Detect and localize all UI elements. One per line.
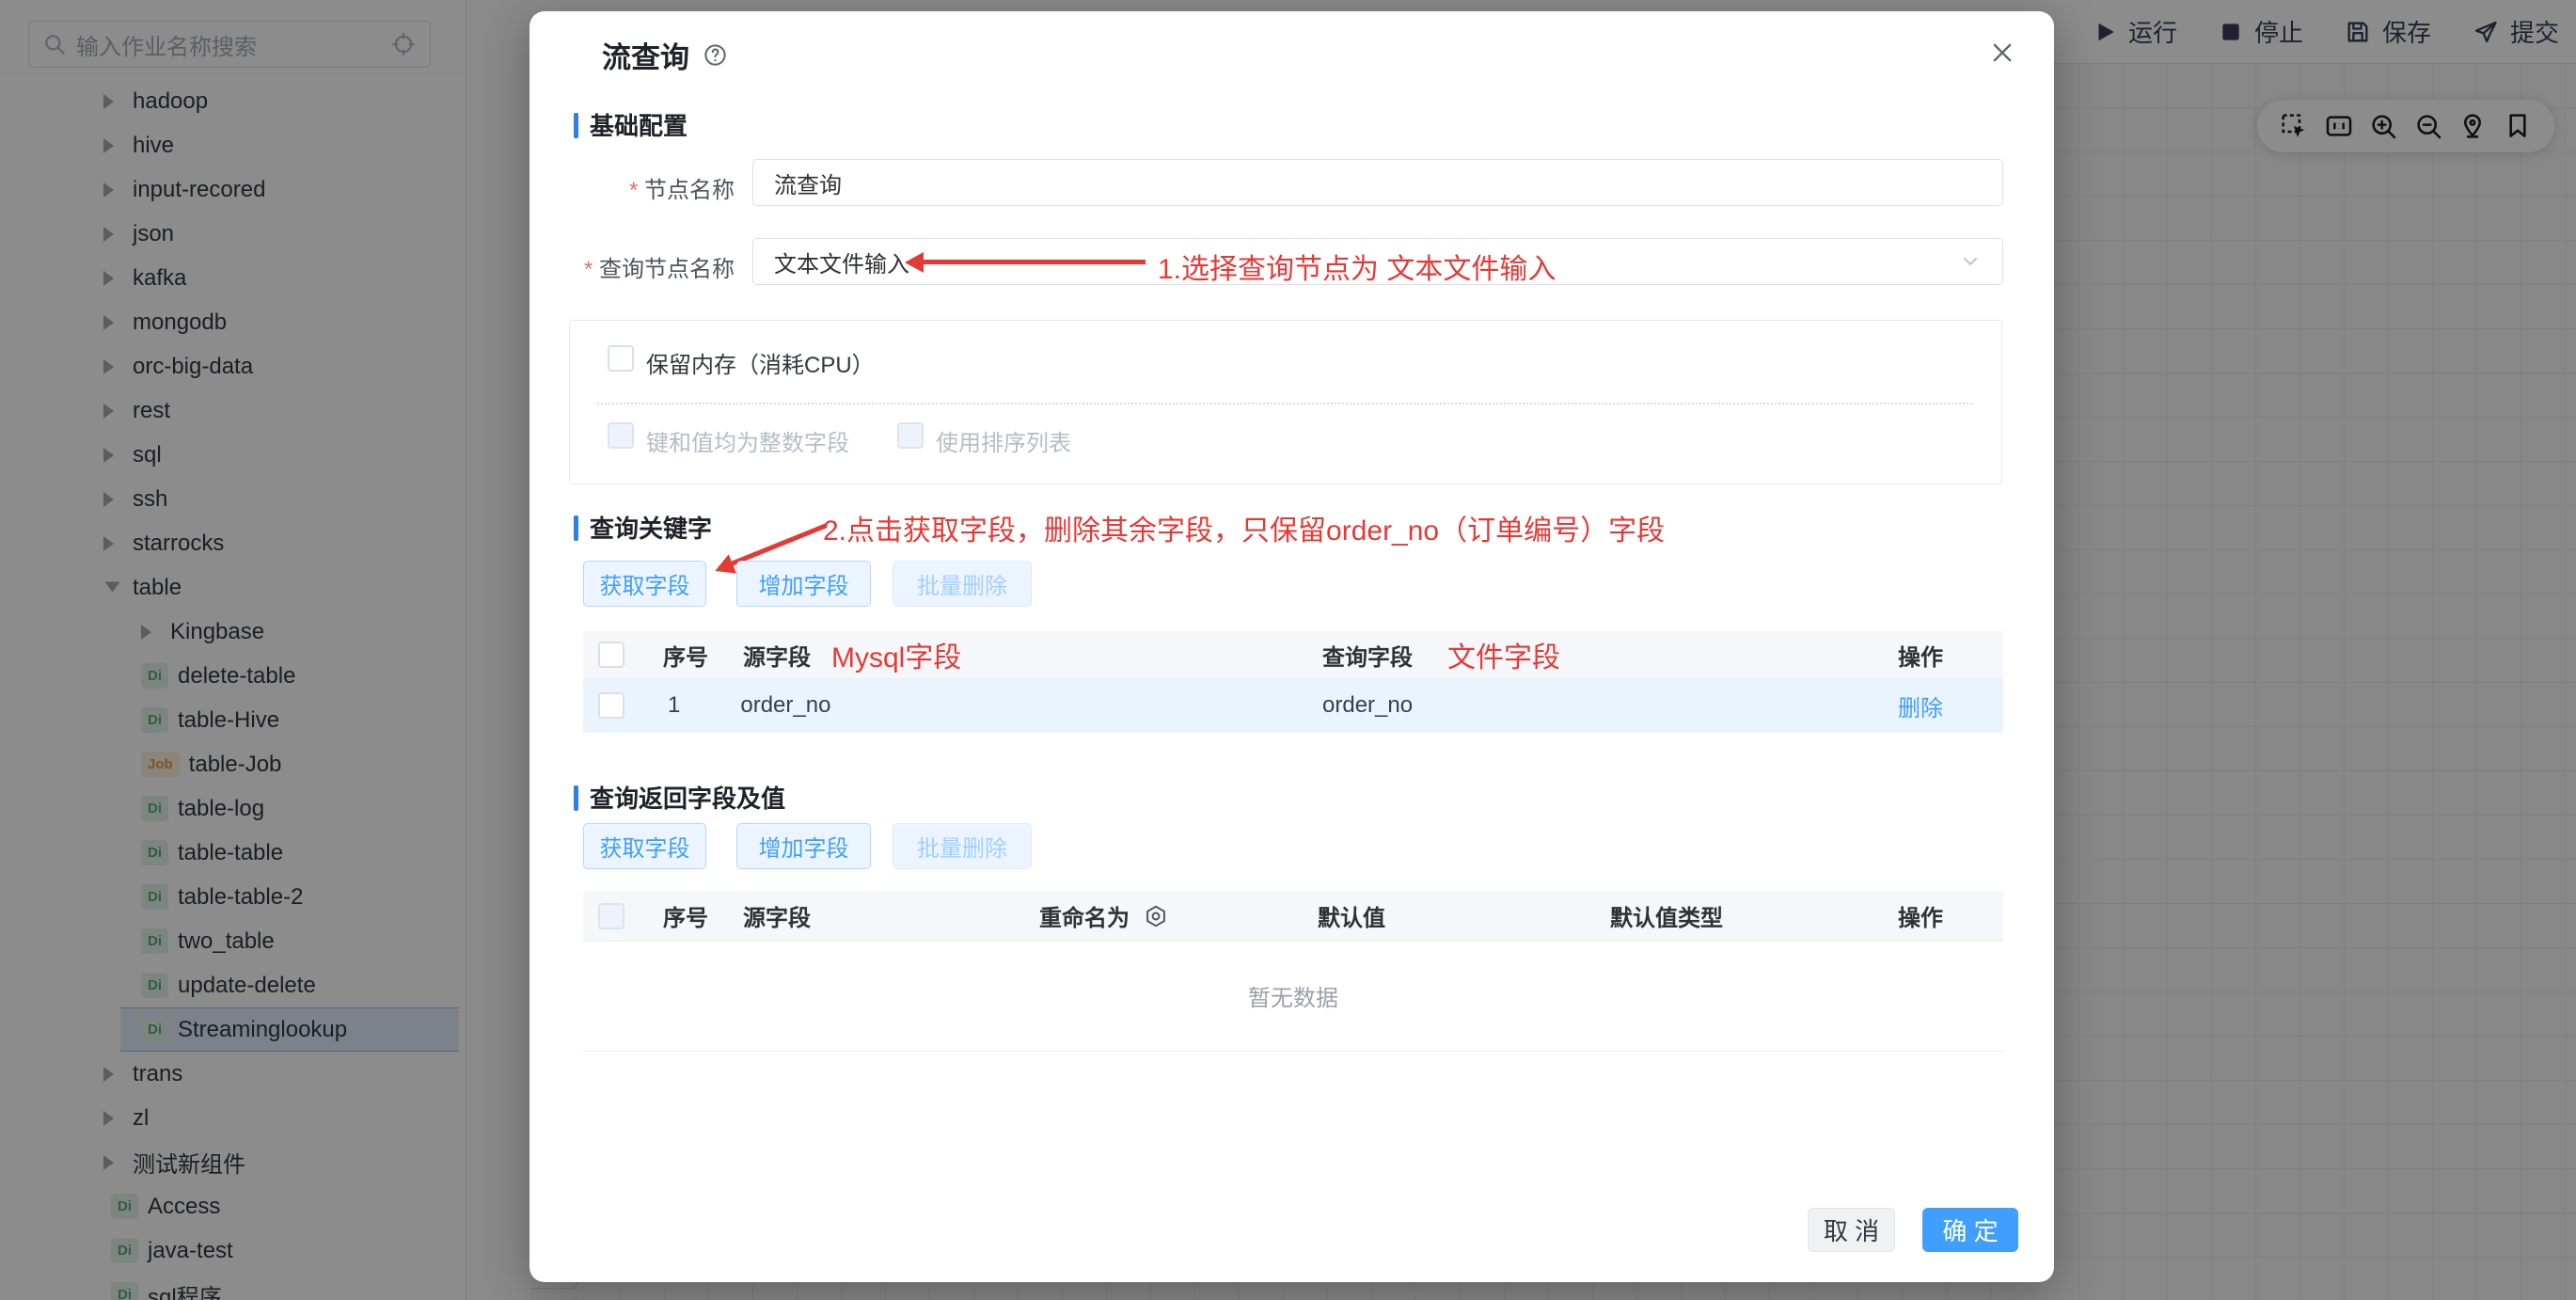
sorted-list-label: 使用排序列表: [936, 424, 1071, 457]
keys-table-header: 序号 源字段 Mysql字段 查询字段 文件字段 操作: [583, 631, 2003, 679]
batch-delete-button[interactable]: 批量删除: [893, 561, 1032, 607]
keep-memory-label: 保留内存（消耗CPU）: [646, 346, 875, 379]
int-kv-checkbox[interactable]: [608, 422, 634, 449]
get-fields-button[interactable]: 获取字段: [583, 561, 706, 607]
section-bar: [574, 785, 578, 811]
node-name-label: 节点名称: [529, 171, 735, 204]
dialog-title: 流查询: [602, 34, 689, 76]
help-icon[interactable]: [703, 42, 728, 68]
delete-row-link[interactable]: 删除: [1898, 690, 1943, 722]
close-icon[interactable]: [1989, 40, 2015, 66]
annotation-arrow-1: [920, 260, 1146, 264]
empty-text: 暂无数据: [1248, 979, 1338, 1012]
add-field-button-2[interactable]: 增加字段: [736, 823, 871, 869]
annotation-1: 1.选择查询节点为 文本文件输入: [1158, 246, 1556, 287]
settings-icon[interactable]: [1144, 904, 1168, 928]
section-bar: [574, 515, 578, 541]
keep-memory-checkbox[interactable]: [608, 345, 634, 372]
select-all-checkbox[interactable]: [598, 642, 624, 668]
get-fields-button-2[interactable]: 获取字段: [583, 823, 706, 869]
query-node-value: 文本文件输入: [774, 246, 909, 278]
keys-table-row[interactable]: 1 order_no order_no 删除: [583, 678, 2003, 733]
add-field-button[interactable]: 增加字段: [736, 561, 871, 607]
returns-table-empty: 暂无数据: [583, 941, 2003, 1052]
query-note: 文件字段: [1447, 634, 1560, 675]
annotation-2: 2.点击获取字段，删除其余字段，只保留order_no（订单编号）字段: [823, 507, 1665, 548]
node-name-input[interactable]: [752, 159, 2003, 206]
select-all-checkbox-2[interactable]: [598, 903, 624, 929]
options-divider: [597, 403, 1972, 404]
batch-delete-button-2[interactable]: 批量删除: [893, 823, 1032, 869]
returns-table-header: 序号 源字段 重命名为 默认值 默认值类型 操作: [583, 891, 2003, 942]
cancel-button[interactable]: 取 消: [1808, 1208, 1895, 1252]
return-fields-heading: 查询返回字段及值: [590, 785, 785, 812]
stream-lookup-dialog: 流查询 基础配置 节点名称 查询节点名称 文本文件输入 1.选择查询节点为 文本…: [529, 11, 2054, 1282]
chevron-down-icon: [1959, 250, 1982, 273]
sorted-list-checkbox[interactable]: [897, 422, 924, 449]
source-note: Mysql字段: [831, 634, 961, 675]
section-bar: [574, 113, 578, 138]
query-node-label: 查询节点名称: [529, 250, 735, 283]
basic-config-heading: 基础配置: [590, 113, 687, 139]
confirm-button[interactable]: 确 定: [1922, 1208, 2018, 1252]
row-checkbox[interactable]: [598, 692, 624, 719]
int-kv-label: 键和值均为整数字段: [646, 424, 849, 457]
query-keys-heading: 查询关键字: [590, 515, 712, 542]
